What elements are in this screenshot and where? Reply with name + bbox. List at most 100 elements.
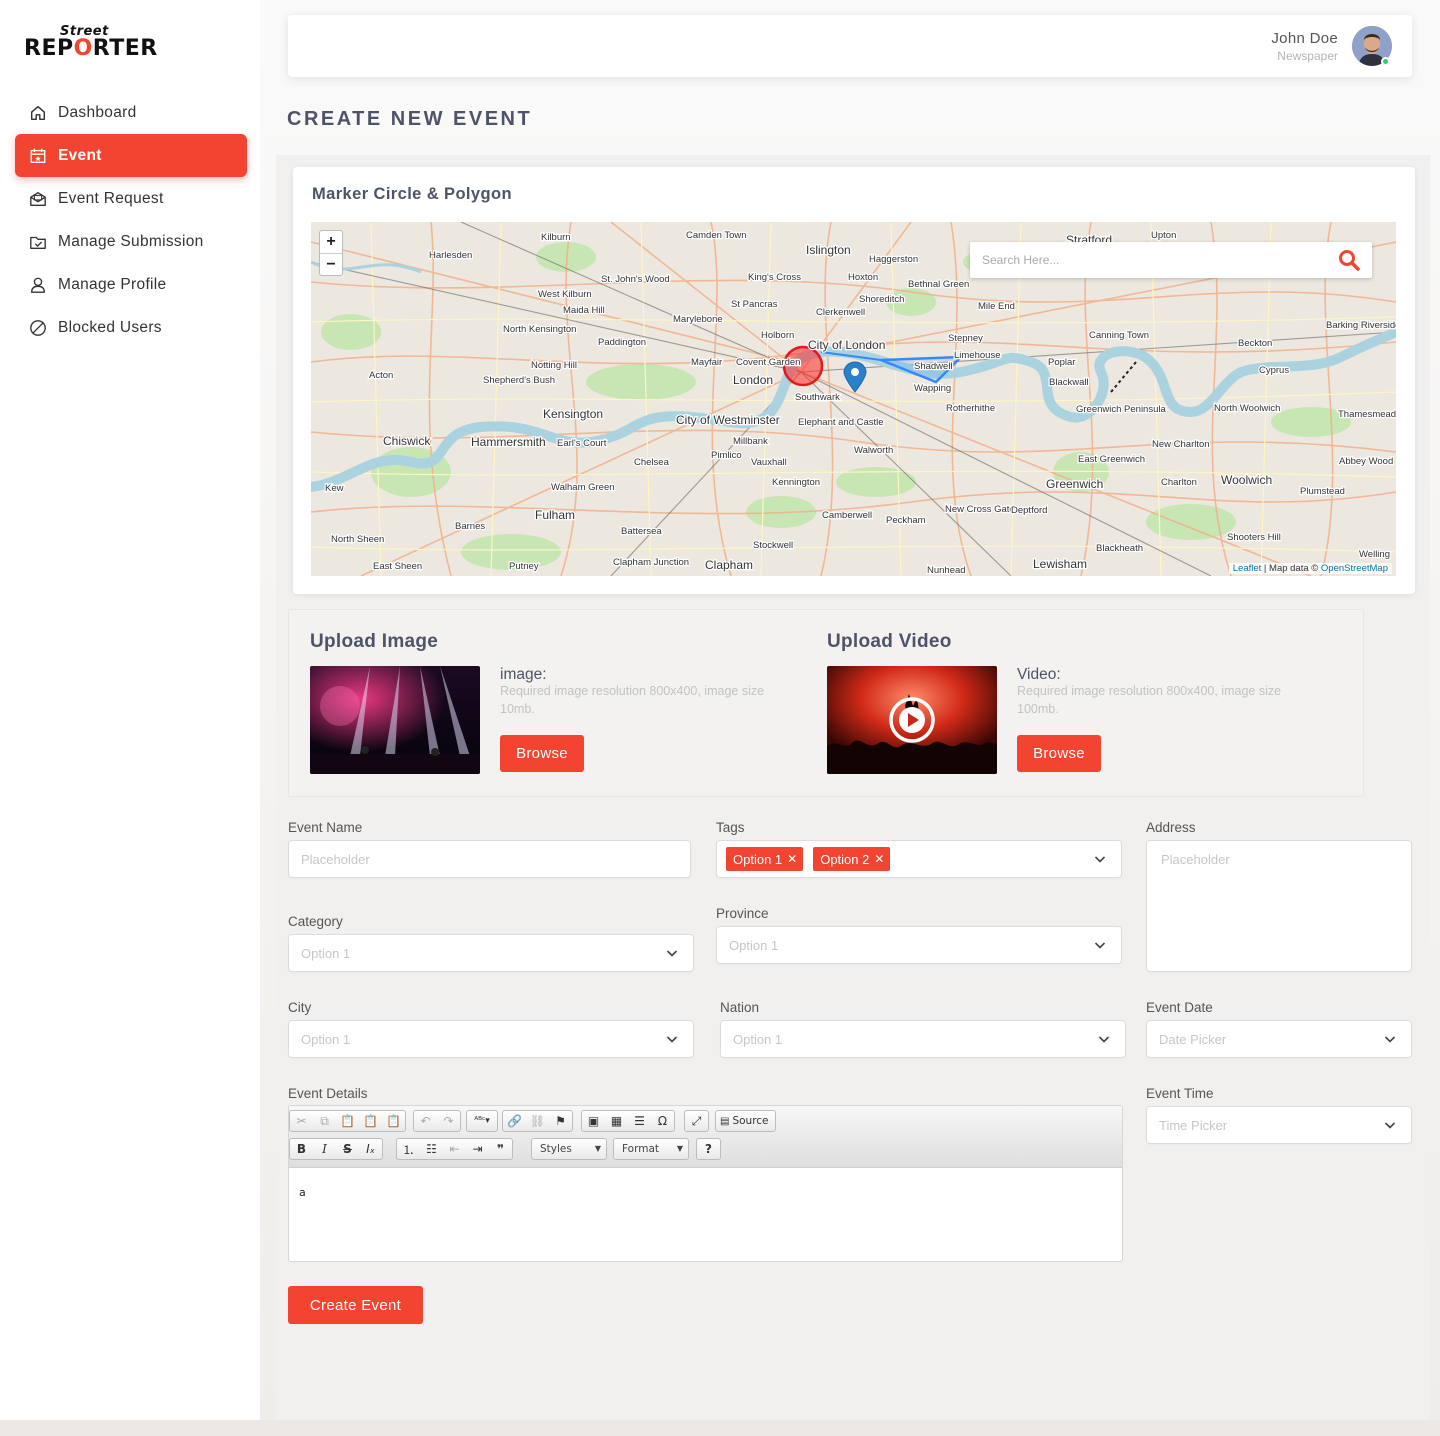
openstreetmap-link[interactable]: OpenStreetMap (1321, 563, 1388, 574)
copy-icon[interactable]: ⧉ (313, 1111, 336, 1131)
browse-video-button[interactable]: Browse (1017, 735, 1101, 772)
user-name[interactable]: John Doe (1271, 30, 1338, 47)
map-place-label: Kennington (772, 477, 820, 488)
source-button[interactable]: ▤ Source (715, 1110, 776, 1132)
city-label: City (288, 1000, 312, 1015)
map-place-label: Battersea (621, 526, 662, 537)
tag-remove-icon[interactable]: ✕ (787, 852, 797, 866)
map-view[interactable]: Kilburn Camden Town Islington Stratford Upto… (311, 222, 1396, 576)
table-icon[interactable]: ▦ (605, 1111, 628, 1131)
map-place-label: Notting Hill (531, 360, 577, 371)
map-place-label: City of London (808, 338, 885, 352)
map-place-label: Blackwall (1049, 377, 1089, 388)
chevron-down-icon (1384, 1119, 1396, 1131)
strike-icon[interactable]: S (336, 1139, 359, 1159)
map-search-input[interactable] (970, 242, 1310, 278)
event-time-picker[interactable]: Time Picker (1146, 1106, 1412, 1144)
map-place-label: East Sheen (373, 561, 422, 572)
bottom-strip (0, 1420, 1440, 1436)
sidebar-item-label: Blocked Users (58, 318, 162, 336)
anchor-flag-icon[interactable]: ⚑ (549, 1111, 572, 1131)
event-time-value: Time Picker (1159, 1117, 1228, 1133)
tag-chip[interactable]: Option 2 ✕ (813, 847, 891, 871)
bulleted-list-icon[interactable]: ☷ (420, 1139, 443, 1159)
map-place-label: Rotherhithe (946, 403, 995, 414)
zoom-in-button[interactable]: + (320, 231, 342, 253)
zoom-out-button[interactable]: − (320, 253, 342, 275)
outdent-icon[interactable]: ⇤ (443, 1139, 466, 1159)
format-dropdown[interactable]: Format ▼ (613, 1138, 689, 1160)
map-place-label: Millbank (733, 436, 768, 447)
bold-icon[interactable]: B (290, 1139, 313, 1159)
search-icon[interactable] (1338, 249, 1360, 271)
tag-chip-label: Option 1 (733, 851, 783, 867)
nation-label: Nation (720, 1000, 760, 1015)
paste-text-icon[interactable]: 📋 (359, 1111, 382, 1131)
unlink-icon[interactable]: ⛓ (526, 1111, 549, 1131)
toolbar-group-help: ? (696, 1138, 721, 1160)
styles-dropdown[interactable]: Styles ▼ (531, 1138, 607, 1160)
map-place-label: Chiswick (383, 434, 431, 448)
map-place-label: King's Cross (748, 272, 801, 283)
city-select[interactable]: Option 1 (288, 1020, 694, 1058)
cut-icon[interactable]: ✂ (290, 1111, 313, 1131)
sidebar-item-blocked-users[interactable]: Blocked Users (15, 306, 247, 349)
map-search-box (970, 242, 1372, 278)
video-preview[interactable] (827, 666, 997, 774)
sidebar-item-dashboard[interactable]: Dashboard (15, 91, 247, 134)
create-event-button[interactable]: Create Event (288, 1286, 423, 1324)
indent-icon[interactable]: ⇥ (466, 1139, 489, 1159)
calendar-icon (28, 146, 48, 166)
leaflet-link[interactable]: Leaflet (1233, 563, 1262, 574)
toolbar-group-lists: ⒈ ☷ ⇤ ⇥ ❞ (396, 1138, 513, 1160)
spellcheck-icon[interactable]: ᴬᴮᶜ▾ (467, 1111, 497, 1131)
remove-format-icon[interactable]: Iₓ (359, 1139, 382, 1159)
tags-label: Tags (716, 820, 745, 835)
play-icon[interactable] (888, 696, 936, 749)
province-select[interactable]: Option 1 (716, 926, 1122, 964)
nation-select[interactable]: Option 1 (720, 1020, 1126, 1058)
address-textarea[interactable]: Placeholder (1146, 840, 1412, 972)
sidebar-item-manage-submission[interactable]: Manage Submission (15, 220, 247, 263)
toolbar-group-view: ⤢ (684, 1110, 709, 1132)
link-icon[interactable]: 🔗 (503, 1111, 526, 1131)
chevron-down-icon (1098, 1033, 1110, 1045)
blockquote-icon[interactable]: ❞ (489, 1139, 512, 1159)
map-place-label: Chelsea (634, 457, 670, 468)
special-char-icon[interactable]: Ω (651, 1111, 674, 1131)
undo-icon[interactable]: ↶ (414, 1111, 437, 1131)
category-select[interactable]: Option 1 (288, 934, 694, 972)
map-place-label: Camden Town (686, 230, 747, 241)
tag-remove-icon[interactable]: ✕ (874, 852, 884, 866)
event-date-picker[interactable]: Date Picker (1146, 1020, 1412, 1058)
map-place-label: Poplar (1048, 357, 1075, 368)
map-place-label: Abbey Wood (1339, 456, 1393, 467)
sidebar-item-event[interactable]: Event (15, 134, 247, 177)
map-place-label: Bethnal Green (908, 279, 969, 290)
italic-icon[interactable]: I (313, 1139, 336, 1159)
editor-content: a (299, 1186, 306, 1199)
paste-icon[interactable]: 📋 (336, 1111, 359, 1131)
maximize-icon[interactable]: ⤢ (685, 1111, 708, 1131)
map-place-label: Greenwich Peninsula (1076, 404, 1166, 415)
address-placeholder: Placeholder (1161, 852, 1230, 867)
tag-chip[interactable]: Option 1 ✕ (726, 847, 804, 871)
editor-content-area[interactable]: a (289, 1168, 1122, 1217)
map-place-label: London (733, 373, 773, 387)
nation-value: Option 1 (733, 1031, 783, 1047)
map-place-label: Harlesden (429, 250, 472, 261)
redo-icon[interactable]: ↷ (437, 1111, 460, 1131)
paste-word-icon[interactable]: 📋 (382, 1111, 405, 1131)
sidebar-item-event-request[interactable]: Event Request (15, 177, 247, 220)
map-place-label: Putney (509, 561, 539, 572)
horizontal-rule-icon[interactable]: ☰ (628, 1111, 651, 1131)
event-name-field[interactable]: Placeholder (288, 840, 691, 878)
help-icon[interactable]: ? (697, 1139, 720, 1159)
image-icon[interactable]: ▣ (582, 1111, 605, 1131)
brand-logo[interactable]: Street REPORTER (24, 24, 157, 64)
numbered-list-icon[interactable]: ⒈ (397, 1139, 420, 1159)
sidebar-item-manage-profile[interactable]: Manage Profile (15, 263, 247, 306)
browse-image-button[interactable]: Browse (500, 735, 584, 772)
chevron-down-icon (1384, 1033, 1396, 1045)
tags-select[interactable]: Option 1 ✕ Option 2 ✕ (716, 840, 1122, 878)
